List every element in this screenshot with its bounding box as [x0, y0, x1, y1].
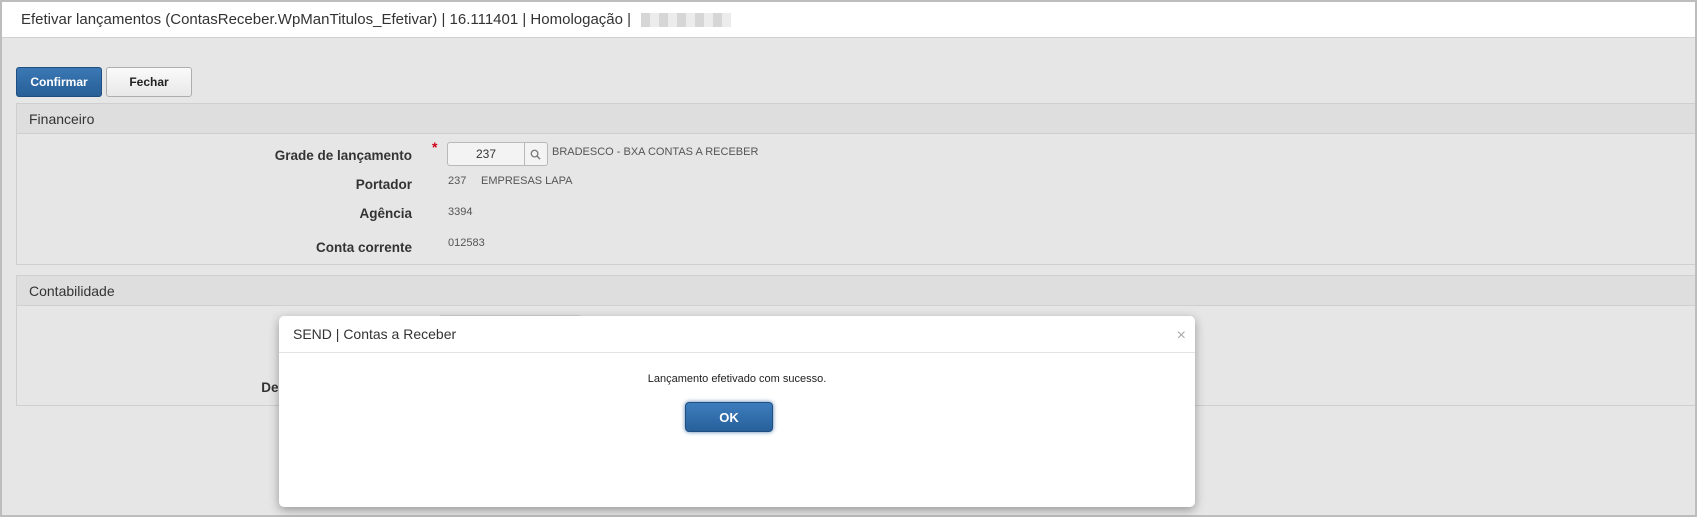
conta-value: 012583 [448, 237, 485, 249]
grade-input[interactable] [448, 143, 524, 165]
confirm-button[interactable]: Confirmar [16, 67, 102, 97]
required-asterisk: * [432, 139, 438, 155]
portador-code: 237 [448, 175, 467, 187]
close-icon[interactable]: × [1177, 328, 1186, 344]
close-button[interactable]: Fechar [106, 67, 192, 97]
redacted-user [641, 12, 732, 27]
search-icon[interactable] [524, 143, 546, 165]
contabilidade-panel-title: Contabilidade [17, 276, 1695, 306]
financeiro-panel-title: Financeiro [17, 104, 1695, 134]
ok-button[interactable]: OK [685, 402, 773, 432]
portador-label: Portador [355, 177, 412, 192]
grade-label: Grade de lançamento [274, 148, 412, 163]
window-titlebar: Efetivar lançamentos (ContasReceber.WpMa… [2, 2, 1695, 38]
agencia-value: 3394 [448, 206, 473, 218]
window-title: Efetivar lançamentos (ContasReceber.WpMa… [21, 11, 632, 28]
contabilidade-partial-label: Des [261, 380, 286, 395]
agencia-label: Agência [359, 206, 412, 221]
dialog-message: Lançamento efetivado com sucesso. [647, 373, 827, 385]
dialog-header: SEND | Contas a Receber × [279, 316, 1195, 353]
grade-input-group [447, 142, 548, 166]
grade-description: BRADESCO - BXA CONTAS A RECEBER [552, 146, 759, 158]
conta-label: Conta corrente [315, 240, 412, 255]
portador-name: EMPRESAS LAPA [481, 175, 573, 187]
dialog-title: SEND | Contas a Receber [293, 326, 457, 342]
success-dialog: SEND | Contas a Receber × Lançamento efe… [279, 316, 1195, 507]
